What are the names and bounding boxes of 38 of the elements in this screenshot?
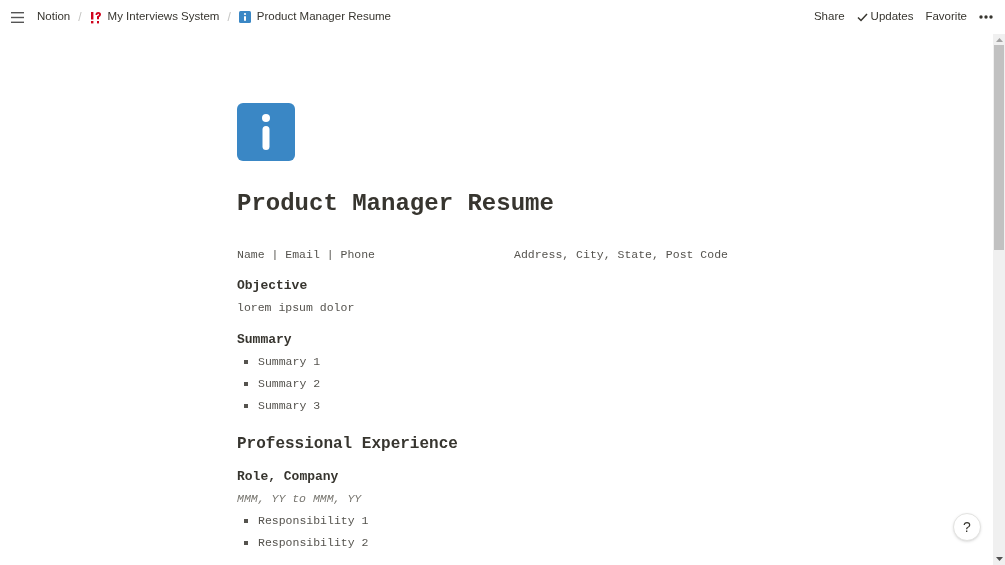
scrollbar[interactable] — [993, 34, 1005, 565]
heading: Objective — [237, 277, 309, 295]
scrollbar-thumb[interactable] — [994, 45, 1004, 250]
breadcrumb-link[interactable]: Notion — [36, 8, 72, 26]
heading: Summary — [237, 331, 293, 349]
topbar-button[interactable]: Updates — [852, 8, 918, 26]
bullet-item: Summary 3 — [258, 398, 321, 415]
bullet-icon — [244, 404, 248, 408]
contact-info: Name | Email | Phone — [237, 247, 377, 263]
exclamation-question-icon — [89, 10, 102, 24]
date-range: MMM, YY to MMM, YY — [237, 491, 363, 507]
topbar-button[interactable]: Share — [809, 8, 849, 26]
heading: Role, Company — [237, 468, 340, 486]
bullet-icon — [244, 382, 248, 386]
scroll-down-icon[interactable] — [995, 557, 1003, 561]
more-icon[interactable] — [979, 15, 993, 19]
page-title: Product Manager Resume — [237, 189, 555, 219]
bullet-icon — [244, 519, 248, 523]
menu-icon[interactable] — [11, 11, 24, 23]
info-icon[interactable] — [237, 103, 295, 161]
help-button[interactable]: ? — [953, 513, 981, 541]
info-icon — [238, 11, 251, 23]
bullet-item: Summary 2 — [258, 376, 321, 393]
section-heading: Professional Experience — [237, 434, 459, 455]
breadcrumb-link[interactable]: My Interviews System — [88, 8, 221, 26]
bullet-item: Responsibility 1 — [258, 513, 369, 530]
breadcrumb-link[interactable]: Product Manager Resume — [237, 8, 392, 26]
paragraph: lorem ipsum dolor — [237, 300, 356, 316]
scroll-up-icon[interactable] — [995, 38, 1003, 42]
breadcrumb-separator: / — [227, 9, 231, 26]
address-info: Address, City, State, Post Code — [514, 247, 728, 263]
bullet-item: Responsibility 2 — [258, 535, 369, 552]
topbar-button[interactable]: Favorite — [921, 8, 971, 26]
bullet-icon — [244, 541, 248, 545]
breadcrumb-separator: / — [78, 9, 82, 26]
check-icon — [856, 12, 868, 22]
bullet-item: Summary 1 — [258, 354, 321, 371]
bullet-icon — [244, 360, 248, 364]
